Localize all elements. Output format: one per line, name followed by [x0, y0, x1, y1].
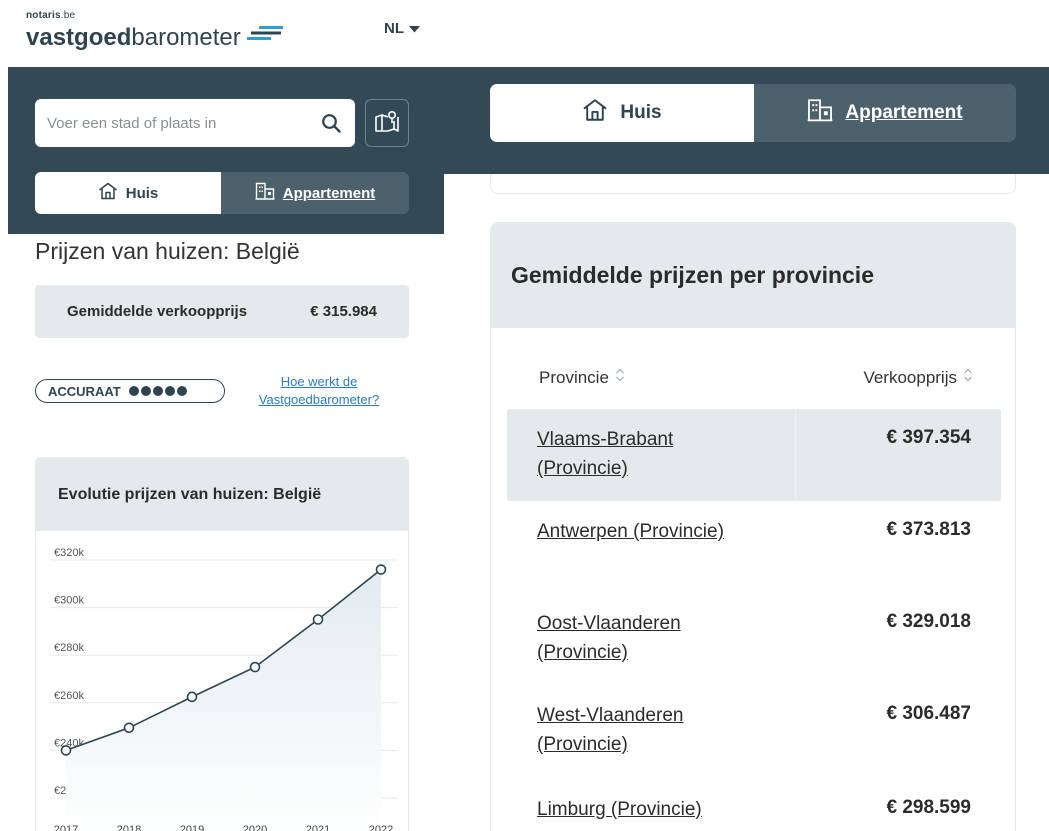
- page-title: Prijzen van huizen: België: [35, 238, 300, 264]
- y-tick-label: €320k: [54, 547, 84, 559]
- data-point: [60, 745, 72, 756]
- y-tick-label: €300k: [54, 595, 84, 607]
- x-tick-label: 2021: [306, 824, 330, 831]
- tab-house-large[interactable]: Huis: [490, 84, 754, 142]
- map-button[interactable]: [365, 99, 409, 147]
- province-link[interactable]: Vlaams-Brabant (Provincie): [537, 425, 757, 483]
- search-icon[interactable]: [321, 113, 341, 138]
- house-icon: [582, 98, 608, 128]
- tab-house[interactable]: Huis: [35, 172, 221, 214]
- x-tick-label: 2017: [54, 824, 78, 831]
- table-row: Oost-Vlaanderen (Provincie) € 329.018: [507, 593, 1001, 685]
- data-point: [375, 564, 387, 575]
- data-point: [249, 661, 261, 673]
- x-tick-label: 2020: [243, 824, 267, 831]
- x-tick-label: 2022: [369, 824, 393, 831]
- tab-house-large-label: Huis: [620, 102, 662, 123]
- average-price-value: € 315.984: [310, 303, 377, 320]
- column-header-price-label: Verkoopprijs: [863, 367, 957, 387]
- province-link[interactable]: Oost-Vlaanderen (Provincie): [537, 609, 757, 667]
- accuracy-dot: [140, 386, 151, 396]
- province-price: € 306.487: [886, 703, 971, 724]
- series-area: [66, 569, 381, 831]
- y-tick-label: €260k: [54, 690, 84, 702]
- property-type-tabs: Huis Appartement: [35, 172, 409, 214]
- apartment-icon: [255, 182, 275, 204]
- accuracy-label: ACCURAAT: [48, 383, 121, 399]
- accuracy-badge: ACCURAAT: [35, 379, 225, 403]
- logo[interactable]: notaris.be vastgoed barometer: [26, 10, 285, 51]
- average-price-label: Gemiddelde verkoopprijs: [67, 303, 248, 320]
- house-icon: [98, 182, 118, 204]
- province-price: € 397.354: [886, 427, 971, 448]
- table-row: West-Vlaanderen (Provincie) € 306.487: [507, 685, 1001, 777]
- accuracy-dot: [128, 386, 139, 396]
- right-panel: Huis Appartement Gemiddelde prijzen per …: [444, 0, 1049, 831]
- evolution-chart: €220k€240k€260k€280k€300k€320k2017201820…: [50, 547, 398, 831]
- data-point: [186, 691, 198, 703]
- map-icon: [374, 109, 400, 138]
- search-box: [35, 99, 355, 147]
- sort-icon: [963, 367, 973, 388]
- province-card-title: Gemiddelde prijzen per provincie: [491, 223, 1015, 328]
- column-header-price[interactable]: Verkoopprijs: [863, 367, 973, 388]
- evolution-chart-card: Evolutie prijzen van huizen: België €220…: [35, 457, 409, 831]
- province-link[interactable]: West-Vlaanderen (Provincie): [537, 701, 757, 759]
- top-bar: notaris.be vastgoed barometer NL: [0, 0, 444, 67]
- table-row: Limburg (Provincie) € 298.599: [507, 779, 1001, 831]
- logo-wordmark: vastgoed barometer: [26, 21, 285, 51]
- tab-house-label: Huis: [125, 184, 159, 202]
- language-current: NL: [384, 20, 404, 37]
- chevron-down-icon: [409, 20, 420, 37]
- data-point: [312, 614, 324, 625]
- x-tick-label: 2018: [117, 824, 141, 831]
- apartment-icon: [807, 98, 833, 128]
- table-row: Vlaams-Brabant (Provincie) € 397.354: [507, 409, 1001, 501]
- y-tick-label: €280k: [54, 642, 84, 654]
- tab-apartment-large-label: Appartement: [845, 102, 963, 123]
- accuracy-dot: [176, 386, 187, 396]
- province-price: € 298.599: [886, 797, 971, 818]
- province-price: € 373.813: [886, 519, 971, 540]
- accuracy-dot: [164, 386, 175, 396]
- column-header-province-label: Provincie: [539, 367, 609, 387]
- tab-apartment-large[interactable]: Appartement: [754, 84, 1016, 142]
- province-prices-card: Gemiddelde prijzen per provincie Provinc…: [490, 222, 1016, 831]
- table-header: Provincie Verkoopprijs: [491, 363, 1015, 393]
- x-tick-label: 2019: [180, 824, 204, 831]
- tab-apartment[interactable]: Appartement: [221, 172, 409, 214]
- search-input[interactable]: [47, 114, 307, 132]
- language-selector[interactable]: NL: [384, 20, 420, 37]
- sort-icon: [615, 367, 625, 388]
- tab-apartment-label: Appartement: [282, 184, 376, 202]
- previous-card-edge: [490, 174, 1016, 194]
- average-price-box: Gemiddelde verkoopprijs € 315.984: [35, 285, 409, 338]
- province-price: € 329.018: [886, 611, 971, 632]
- province-link[interactable]: Limburg (Provincie): [537, 795, 757, 824]
- logo-small: notaris.be: [26, 10, 76, 21]
- row-divider: [795, 409, 796, 501]
- how-it-works-link[interactable]: Hoe werkt de Vastgoedbarometer?: [244, 373, 394, 409]
- accuracy-dots: [128, 386, 187, 396]
- left-panel: notaris.be vastgoed barometer NL Voer ee…: [0, 0, 444, 831]
- province-link[interactable]: Antwerpen (Provincie): [537, 517, 757, 546]
- property-type-tabs-large: Huis Appartement: [490, 84, 1016, 142]
- data-point: [123, 722, 135, 734]
- table-row: Antwerpen (Provincie) € 373.813: [507, 501, 1001, 593]
- logo-mark-icon: [246, 21, 285, 47]
- accuracy-dot: [152, 386, 163, 396]
- column-header-province[interactable]: Provincie: [539, 367, 625, 388]
